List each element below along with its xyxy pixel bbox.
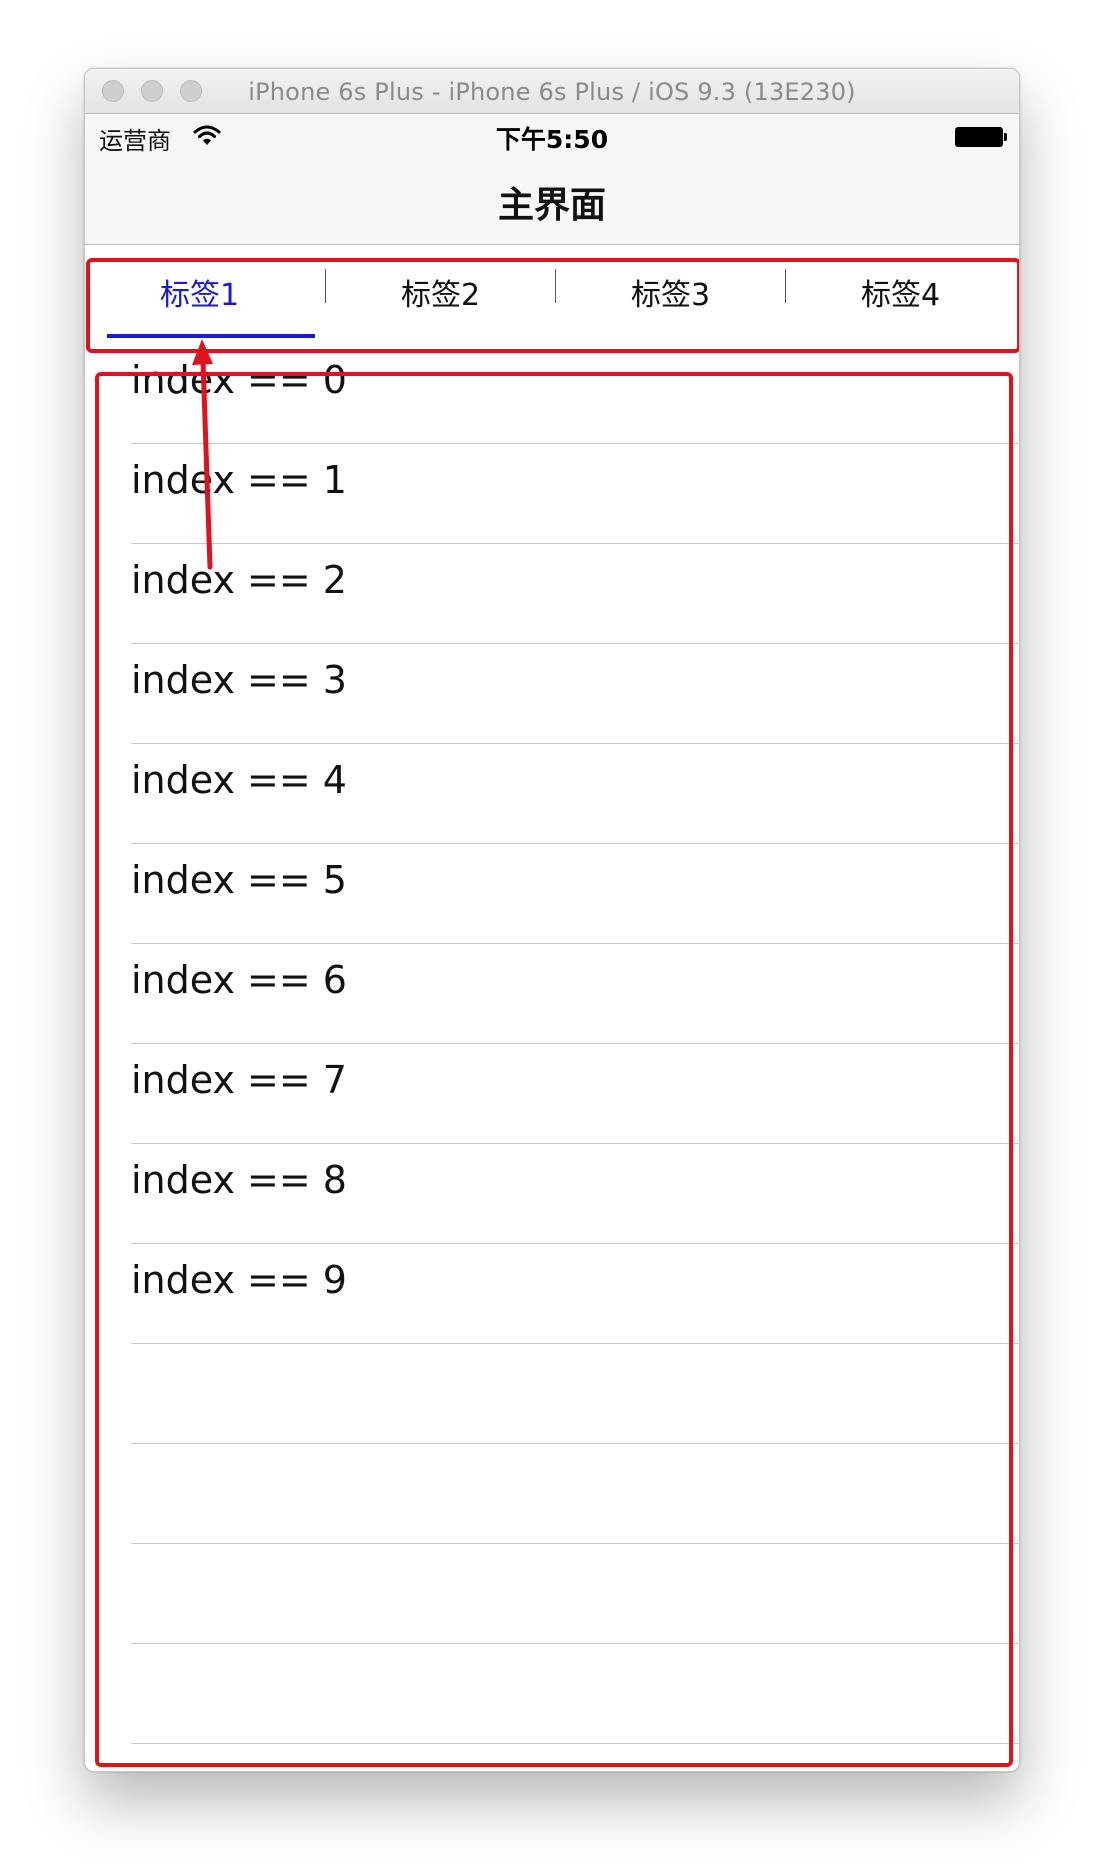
tab-selection-indicator (107, 334, 315, 338)
window-titlebar: iPhone 6s Plus - iPhone 6s Plus / iOS 9.… (85, 69, 1019, 114)
page-title: 主界面 (497, 185, 606, 226)
table-row[interactable] (85, 1344, 1019, 1444)
row-label: index == 8 (131, 1158, 347, 1202)
table-row[interactable]: index == 9 (85, 1244, 1019, 1344)
tab-3[interactable]: 标签3 (556, 245, 785, 340)
table-row[interactable]: index == 8 (85, 1144, 1019, 1244)
table-row[interactable]: index == 4 (85, 744, 1019, 844)
table-row[interactable]: index == 6 (85, 944, 1019, 1044)
tab-label: 标签2 (400, 278, 481, 313)
tab-label: 标签4 (860, 278, 941, 313)
status-time: 下午5:50 (495, 125, 609, 154)
row-label: index == 1 (131, 458, 347, 502)
row-label: index == 3 (131, 658, 347, 702)
segmented-tab-bar: 标签1 标签2 标签3 标签4 (85, 245, 1019, 340)
battery-icon (955, 127, 1007, 147)
table-row[interactable] (85, 1644, 1019, 1744)
table-row[interactable] (85, 1444, 1019, 1544)
tab-label: 标签1 (159, 278, 240, 313)
table-row[interactable]: index == 1 (85, 444, 1019, 544)
table-row[interactable]: index == 7 (85, 1044, 1019, 1144)
row-separator (131, 1743, 1019, 1744)
row-label: index == 4 (131, 758, 347, 802)
status-bar: 运营商 下午5:50 (85, 114, 1019, 156)
row-label: index == 9 (131, 1258, 347, 1302)
navigation-bar: 主界面 (85, 156, 1019, 245)
row-label: index == 6 (131, 958, 347, 1002)
table-row[interactable]: index == 0 (85, 344, 1019, 444)
table-row[interactable] (85, 1544, 1019, 1644)
row-label: index == 2 (131, 558, 347, 602)
simulator-window: iPhone 6s Plus - iPhone 6s Plus / iOS 9.… (84, 68, 1020, 1772)
row-label: index == 5 (131, 858, 347, 902)
tab-1[interactable]: 标签1 (85, 245, 315, 340)
row-label: index == 0 (131, 358, 347, 402)
tab-2[interactable]: 标签2 (326, 245, 555, 340)
table-row[interactable]: index == 5 (85, 844, 1019, 944)
row-label: index == 7 (131, 1058, 347, 1102)
tab-4[interactable]: 标签4 (786, 245, 1015, 340)
tab-label: 标签3 (630, 278, 711, 313)
table-row[interactable]: index == 2 (85, 544, 1019, 644)
table-row[interactable]: index == 3 (85, 644, 1019, 744)
window-title: iPhone 6s Plus - iPhone 6s Plus / iOS 9.… (248, 78, 856, 106)
